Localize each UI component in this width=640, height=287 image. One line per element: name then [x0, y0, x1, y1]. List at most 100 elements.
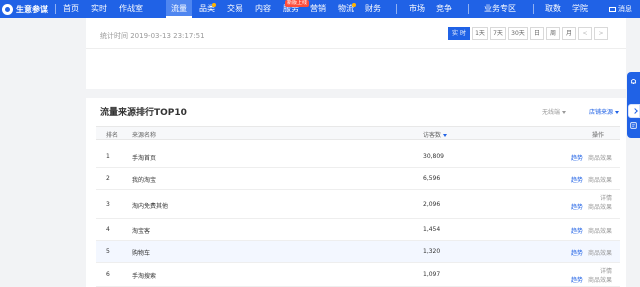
chevron-down-icon [562, 111, 567, 114]
rank-cell: 5 [106, 248, 110, 255]
trend-link[interactable]: 趋势 [571, 155, 583, 162]
prev-button[interactable]: < [578, 27, 592, 40]
mail-icon [609, 6, 616, 12]
table-row: 4 淘宝客 1,454 趋势 商品效果 [96, 219, 620, 241]
nav-trade[interactable]: 交易 [222, 0, 248, 18]
feedback-icon[interactable] [630, 122, 637, 129]
visitors-cell: 6,596 [423, 175, 441, 182]
table-header: 排名 来源名称 访客数 操作 [96, 126, 620, 140]
visitors-cell: 2,096 [423, 201, 441, 208]
trend-link[interactable]: 趋势 [571, 177, 583, 184]
col-source: 来源名称 [132, 132, 157, 139]
logo-icon [2, 3, 13, 15]
product-effect-link[interactable]: 商品效果 [588, 277, 612, 284]
messages-button[interactable]: 消息 [609, 0, 632, 18]
ops-cell: 详情趋势 商品效果 [571, 266, 612, 284]
sort-desc-icon [443, 134, 448, 137]
nav-divider [396, 4, 397, 14]
product-effect-link[interactable]: 商品效果 [588, 177, 612, 184]
card-title: 流量来源排行TOP10 [100, 108, 187, 118]
trend-link[interactable]: 趋势 [571, 277, 583, 284]
table-row: 1 手淘首页 30,809 趋势 商品效果 [96, 146, 620, 168]
logistics-dot [352, 3, 356, 7]
trend-link[interactable]: 趋势 [571, 204, 583, 211]
ops-cell: 详情趋势 商品效果 [571, 193, 612, 211]
nav-warroom[interactable]: 作战室 [114, 0, 148, 18]
ops-cell: 趋势 商品效果 [571, 153, 612, 162]
overview-card: 统计时间 2019-03-13 23:17:51 实 时 1天 7天 30天 日… [86, 18, 626, 89]
divider [86, 48, 626, 49]
time-30day-button[interactable]: 30天 [508, 27, 528, 40]
product-effect-link[interactable]: 商品效果 [588, 204, 612, 211]
table-row: 3 淘内免费其他 2,096 详情趋势 商品效果 [96, 190, 620, 219]
nav-academy[interactable]: 学院 [567, 0, 593, 18]
source-cell: 我的淘宝 [132, 177, 157, 184]
detail-link[interactable]: 详情 [571, 193, 612, 202]
trend-link[interactable]: 趋势 [571, 250, 583, 257]
nav-data-fetch[interactable]: 取数 [540, 0, 566, 18]
new-version-badge: 新版上线 [285, 0, 309, 7]
time-week-button[interactable]: 周 [546, 27, 560, 40]
bell-icon[interactable] [630, 78, 637, 85]
time-realtime-button[interactable]: 实 时 [448, 27, 470, 40]
product-effect-link[interactable]: 商品效果 [588, 250, 612, 257]
source-cell: 购物车 [132, 250, 151, 257]
nav-divider [55, 4, 56, 14]
nav-home[interactable]: 首页 [58, 0, 84, 18]
ops-cell: 趋势 商品效果 [571, 226, 612, 235]
product-effect-link[interactable]: 商品效果 [588, 228, 612, 235]
source-cell: 淘宝客 [132, 228, 151, 235]
source-cell: 手淘搜索 [132, 273, 157, 280]
nav-content[interactable]: 内容 [250, 0, 276, 18]
collapse-arrow-icon[interactable] [628, 104, 640, 118]
traffic-source-card: 流量来源排行TOP10 无线端 店铺来源 排名 来源名称 访客数 操作 1 手淘首… [86, 98, 626, 287]
logo-text: 生意参谋 [16, 4, 48, 14]
source-cell: 手淘首页 [132, 155, 157, 162]
stat-time: 统计时间 2019-03-13 23:17:51 [100, 32, 205, 40]
nav-business-zone[interactable]: 业务专区 [478, 0, 522, 18]
product-effect-link[interactable]: 商品效果 [588, 155, 612, 162]
nav-realtime[interactable]: 实时 [86, 0, 112, 18]
table-row: 5 购物车 1,320 趋势 商品效果 [96, 241, 620, 263]
top-nav: 生意参谋 首页 实时 作战室 流量 品类 交易 内容 服务 营销 物流 财务 市… [0, 0, 640, 18]
nav-divider [533, 4, 534, 14]
time-1day-button[interactable]: 1天 [472, 27, 488, 40]
source-cell: 淘内免费其他 [132, 203, 169, 210]
trend-link[interactable]: 趋势 [571, 228, 583, 235]
detail-link[interactable]: 详情 [571, 266, 612, 275]
rank-cell: 6 [106, 271, 110, 278]
visitors-cell: 30,809 [423, 153, 444, 160]
logo[interactable]: 生意参谋 [2, 2, 48, 16]
visitors-cell: 1,097 [423, 271, 441, 278]
ops-cell: 趋势 商品效果 [571, 248, 612, 257]
rank-cell: 2 [106, 175, 110, 182]
nav-traffic[interactable]: 流量 [166, 0, 192, 18]
visitors-cell: 1,320 [423, 248, 441, 255]
rank-cell: 4 [106, 226, 110, 233]
nav-market[interactable]: 市场 [404, 0, 430, 18]
nav-competition[interactable]: 竞争 [431, 0, 457, 18]
next-button[interactable]: > [594, 27, 608, 40]
nav-divider [468, 4, 469, 14]
messages-label: 消息 [618, 5, 632, 13]
ops-cell: 趋势 商品效果 [571, 175, 612, 184]
table-row: 6 手淘搜索 1,097 详情趋势 商品效果 [96, 263, 620, 287]
col-visitors[interactable]: 访客数 [423, 130, 448, 139]
col-visitors-label: 访客数 [423, 132, 442, 139]
time-month-button[interactable]: 月 [562, 27, 576, 40]
rank-cell: 1 [106, 153, 110, 160]
time-7day-button[interactable]: 7天 [490, 27, 506, 40]
shop-source-label: 店铺来源 [589, 109, 614, 116]
shop-source-select[interactable]: 店铺来源 [589, 107, 620, 116]
col-ops: 操作 [592, 132, 605, 139]
nav-finance[interactable]: 财务 [360, 0, 386, 18]
rank-cell: 3 [106, 201, 110, 208]
device-select[interactable]: 无线端 [542, 107, 567, 116]
time-day-button[interactable]: 日 [530, 27, 544, 40]
chevron-down-icon [615, 111, 620, 114]
time-range-group: 实 时 1天 7天 30天 日 周 月 < > [446, 27, 608, 40]
table-row: 2 我的淘宝 6,596 趋势 商品效果 [96, 168, 620, 190]
category-dot [212, 3, 216, 7]
col-rank: 排名 [106, 132, 119, 139]
visitors-cell: 1,454 [423, 226, 441, 233]
